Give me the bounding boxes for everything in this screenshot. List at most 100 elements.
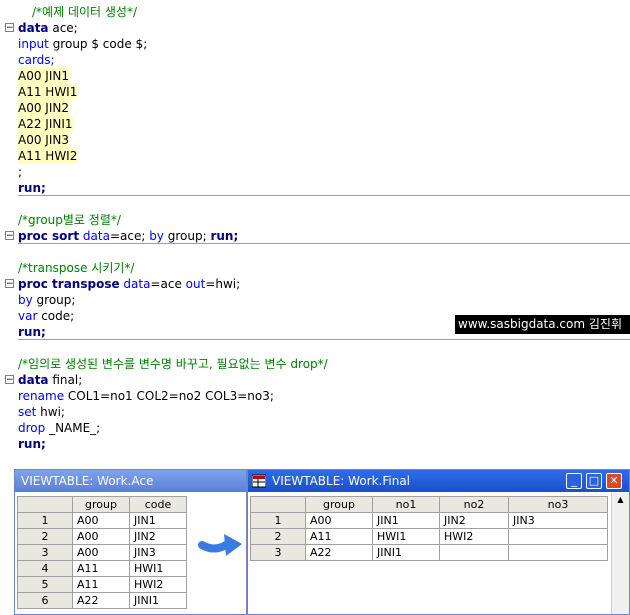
row-number-header xyxy=(17,496,73,513)
identifier: final; xyxy=(48,373,83,387)
datalines-line: A00 JIN1 xyxy=(18,68,69,84)
vertical-scrollbar[interactable]: ▲ xyxy=(611,493,629,614)
collapse-box-icon[interactable]: − xyxy=(5,231,14,241)
keyword: run; xyxy=(210,229,239,243)
table-cell[interactable]: JIN1 xyxy=(129,512,187,529)
comment-line: /*예제 데이터 생성*/ xyxy=(32,5,137,19)
column-header[interactable]: no3 xyxy=(508,496,608,513)
table-cell[interactable]: HWI1 xyxy=(372,528,440,545)
table-cell[interactable]: HWI1 xyxy=(129,560,187,577)
option: out xyxy=(185,277,206,291)
table-cell[interactable]: HWI2 xyxy=(129,576,187,593)
table-cell[interactable]: A00 xyxy=(72,512,130,529)
table-cell[interactable]: A11 xyxy=(72,560,130,577)
keyword: set xyxy=(18,405,37,419)
keyword: data xyxy=(18,21,49,35)
code-editor[interactable]: /*예제 데이터 생성*/ − data ace; input group $ … xyxy=(0,0,630,462)
code-line: input group $ code $; xyxy=(18,36,147,52)
table-row[interactable]: 2 A11 HWI1 HWI2 xyxy=(250,528,608,545)
code-line: var code; xyxy=(18,308,74,324)
identifier: code; xyxy=(37,309,75,323)
keyword: rename xyxy=(18,389,65,403)
row-number: 3 xyxy=(250,544,306,561)
table-cell[interactable]: JINI1 xyxy=(129,592,187,609)
window-title-bar[interactable]: VIEWTABLE: Work.Final _ □ ✕ xyxy=(248,470,629,492)
collapse-box-icon[interactable]: − xyxy=(5,375,14,385)
table-cell[interactable]: A00 xyxy=(72,528,130,545)
keyword: by xyxy=(18,293,33,307)
table-cell[interactable]: A11 xyxy=(305,528,373,545)
row-number: 6 xyxy=(17,592,73,609)
code-line: data ace; xyxy=(18,20,78,36)
table-row[interactable]: 1 A00 JIN1 xyxy=(17,512,187,529)
option: data xyxy=(119,277,151,291)
column-header[interactable]: group xyxy=(305,496,373,513)
run-statement: run; xyxy=(18,325,46,339)
datalines-line: A00 JIN2 xyxy=(18,100,69,116)
row-number: 4 xyxy=(17,560,73,577)
collapse-box-icon[interactable]: − xyxy=(5,23,14,33)
table-cell[interactable]: JINI1 xyxy=(372,544,440,561)
window-title: VIEWTABLE: Work.Final xyxy=(272,474,411,488)
datalines-line: A22 JINI1 xyxy=(18,116,73,132)
keyword: proc transpose xyxy=(18,277,120,291)
data-table[interactable]: group no1 no2 no3 1 A00 JIN1 JIN2 JIN3 2… xyxy=(250,496,608,561)
close-icon[interactable]: ✕ xyxy=(606,473,622,489)
table-row[interactable]: 6 A22 JINI1 xyxy=(17,592,187,609)
section-divider xyxy=(18,339,630,340)
column-header[interactable]: no1 xyxy=(372,496,440,513)
table-cell[interactable]: HWI2 xyxy=(439,528,509,545)
table-cell[interactable]: A00 xyxy=(72,544,130,561)
table-row[interactable]: 5 A11 HWI2 xyxy=(17,576,187,593)
identifier: group; xyxy=(163,229,211,243)
table-row[interactable]: 1 A00 JIN1 JIN2 JIN3 xyxy=(250,512,608,529)
table-cell[interactable]: JIN1 xyxy=(372,512,440,529)
run-statement: run; xyxy=(18,437,46,451)
data-table[interactable]: group code 1 A00 JIN1 2 A00 JIN2 3 A00 J… xyxy=(17,496,187,609)
row-number: 5 xyxy=(17,576,73,593)
scroll-up-arrow-icon[interactable]: ▲ xyxy=(612,493,629,507)
table-cell[interactable]: JIN2 xyxy=(439,512,509,529)
comment-line: /*group별로 정렬*/ xyxy=(18,213,121,227)
table-cell[interactable]: A22 xyxy=(305,544,373,561)
code-line: proc transpose data=ace out=hwi; xyxy=(18,276,240,292)
code-line: set hwi; xyxy=(18,404,65,420)
code-line: drop _NAME_; xyxy=(18,420,100,436)
table-cell[interactable]: JIN2 xyxy=(129,528,187,545)
identifier: ace; xyxy=(48,21,78,35)
identifier: =ace xyxy=(150,277,186,291)
table-row[interactable]: 2 A00 JIN2 xyxy=(17,528,187,545)
maximize-icon[interactable]: □ xyxy=(586,473,602,489)
code-line: ; xyxy=(18,165,23,179)
table-cell[interactable]: JIN3 xyxy=(508,512,608,529)
keyword: by xyxy=(149,229,164,243)
table-cell[interactable] xyxy=(439,544,509,561)
table-cell[interactable] xyxy=(508,544,608,561)
comment-line: /*transpose 시키기*/ xyxy=(18,261,135,275)
table-row[interactable]: 4 A11 HWI1 xyxy=(17,560,187,577)
section-divider xyxy=(18,243,630,244)
column-header[interactable]: code xyxy=(129,496,187,513)
table-cell[interactable] xyxy=(508,528,608,545)
row-number: 2 xyxy=(17,528,73,545)
table-row[interactable]: 3 A00 JIN3 xyxy=(17,544,187,561)
identifier: hwi; xyxy=(36,405,65,419)
identifier: _NAME_; xyxy=(45,421,101,435)
identifier: COL1=no1 COL2=no2 COL3=no3; xyxy=(64,389,274,403)
table-cell[interactable]: A00 xyxy=(305,512,373,529)
row-number-header xyxy=(250,496,306,513)
minimize-icon[interactable]: _ xyxy=(566,473,582,489)
code-line: rename COL1=no1 COL2=no2 COL3=no3; xyxy=(18,388,274,404)
table-cell[interactable]: A22 xyxy=(72,592,130,609)
column-header[interactable]: no2 xyxy=(439,496,509,513)
table-cell[interactable]: A11 xyxy=(72,576,130,593)
table-cell[interactable]: JIN3 xyxy=(129,544,187,561)
datalines-line: A11 HWI1 xyxy=(18,84,78,100)
watermark: www.sasbigdata.com 김진휘 xyxy=(455,315,630,334)
viewtable-final-window[interactable]: VIEWTABLE: Work.Final _ □ ✕ group no1 no… xyxy=(247,469,630,615)
collapse-box-icon[interactable]: − xyxy=(5,279,14,289)
column-header[interactable]: group xyxy=(72,496,130,513)
table-row[interactable]: 3 A22 JINI1 xyxy=(250,544,608,561)
keyword: proc sort xyxy=(18,229,80,243)
window-title-bar[interactable]: VIEWTABLE: Work.Ace xyxy=(15,470,246,492)
